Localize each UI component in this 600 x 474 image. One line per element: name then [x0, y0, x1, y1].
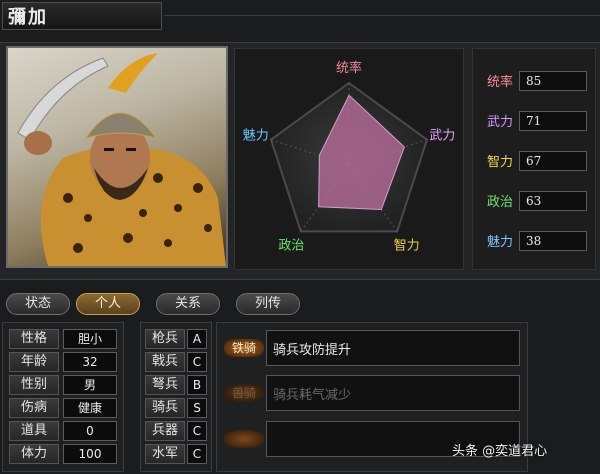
radar-chart-panel: 统率武力智力 政治 魅力: [234, 48, 464, 270]
skill-description-inactive: 骑兵耗气减少: [266, 375, 520, 411]
aptitude-label: 兵器: [145, 421, 185, 441]
personal-value: 32: [63, 352, 117, 372]
stat-label-lead: 统率: [487, 75, 514, 90]
radar-axis-label: 智力: [394, 238, 420, 253]
radar-axis-label: 统率: [336, 60, 362, 76]
character-portrait: [6, 46, 228, 268]
watermark: 头条 @奕道君心: [452, 444, 548, 459]
personal-label: 伤病: [9, 398, 59, 418]
personal-label: 道具: [9, 421, 59, 441]
tab-relations[interactable]: 关系: [156, 293, 220, 315]
skill-tag-active[interactable]: 铁骑: [224, 339, 264, 357]
skill-description: 骑兵攻防提升: [266, 330, 520, 366]
aptitude-label: 弩兵: [145, 375, 185, 395]
troop-aptitude-panel: 枪兵 A 戟兵 C 弩兵 B 骑兵 S 兵器 C 水军 C: [140, 322, 212, 472]
aptitude-grade: S: [187, 398, 207, 418]
aptitude-label: 水军: [145, 444, 185, 464]
character-name: 彌加: [8, 7, 48, 28]
skill-tag-empty[interactable]: [224, 430, 264, 448]
personal-info-panel: 性格 胆小 年龄 32 性别 男 伤病 健康 道具 0 体力 100: [2, 322, 124, 472]
stat-label-chr: 魅力: [487, 235, 514, 250]
aptitude-label: 枪兵: [145, 329, 185, 349]
radar-axis-label: 政治: [278, 238, 304, 253]
personal-value: 健康: [63, 398, 117, 418]
aptitude-grade: C: [187, 444, 207, 464]
radar-chart: 统率武力智力 政治 魅力: [243, 60, 455, 253]
header-divider: [164, 15, 600, 16]
personal-value: 0: [63, 421, 117, 441]
stat-value-chr: 38: [519, 231, 587, 251]
stat-value-pol: 63: [519, 191, 587, 211]
stat-value-lead: 85: [519, 71, 587, 91]
stat-label-war: 武力: [487, 115, 514, 130]
radar-axis-label: 魅力: [243, 129, 269, 144]
personal-value: 100: [63, 444, 117, 464]
personal-label: 性格: [9, 329, 59, 349]
aptitude-grade: A: [187, 329, 207, 349]
personal-value: 胆小: [63, 329, 117, 349]
personal-label: 体力: [9, 444, 59, 464]
stat-value-war: 71: [519, 111, 587, 131]
tab-personal[interactable]: 个人: [76, 293, 140, 315]
aptitude-label: 骑兵: [145, 398, 185, 418]
stat-value-int: 67: [519, 151, 587, 171]
radar-axis-label: 武力: [429, 129, 455, 144]
aptitude-label: 戟兵: [145, 352, 185, 372]
personal-label: 性别: [9, 375, 59, 395]
tab-biography[interactable]: 列传: [236, 293, 300, 315]
portrait-image: [17, 53, 226, 266]
personal-label: 年龄: [9, 352, 59, 372]
tab-status[interactable]: 状态: [6, 293, 70, 315]
stat-label-int: 智力: [487, 155, 514, 170]
skill-tag-inactive[interactable]: 兽骑: [224, 384, 264, 402]
aptitude-grade: C: [187, 421, 207, 441]
stat-label-pol: 政治: [487, 195, 514, 210]
stats-panel: 统率 85 武力 71 智力 67 政治 63 魅力 38: [472, 48, 596, 270]
personal-value: 男: [63, 375, 117, 395]
aptitude-grade: B: [187, 375, 207, 395]
aptitude-grade: C: [187, 352, 207, 372]
